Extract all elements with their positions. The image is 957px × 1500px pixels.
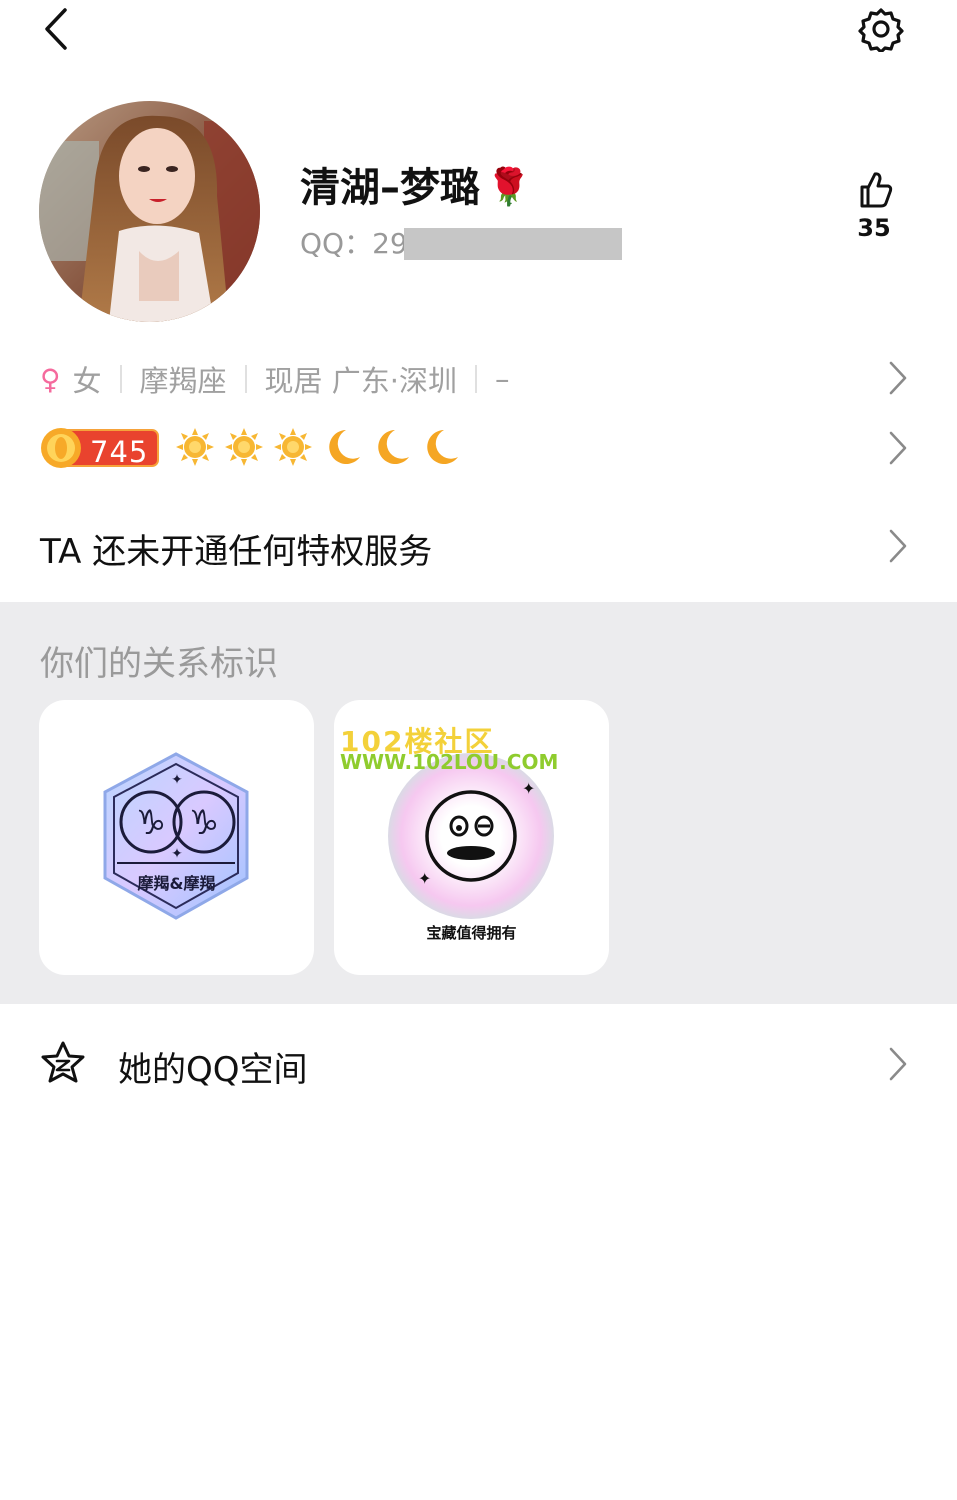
privilege-status-text: TA 还未开通任何特权服务	[40, 532, 433, 572]
divider	[119, 365, 122, 393]
svg-text:♑: ♑	[189, 803, 219, 843]
extra-label: –	[494, 362, 510, 396]
chevron-right-icon	[889, 529, 907, 563]
qzone-label: 她的QQ空间	[118, 1050, 308, 1090]
qzone-row[interactable]: 她的QQ空间	[0, 1030, 957, 1100]
location-label: 现居 广东·深圳	[264, 364, 457, 398]
moon-icon	[329, 430, 360, 464]
chevron-right-icon	[889, 361, 907, 395]
back-button[interactable]	[38, 6, 78, 52]
like-button[interactable]: 35	[848, 170, 900, 260]
qq-level-row[interactable]: 745	[0, 420, 957, 476]
profile-info-row[interactable]: ♀ 女 摩羯座 现居 广东·深圳 –	[0, 352, 957, 402]
chevron-right-icon	[889, 431, 907, 465]
nickname-text: 清湖–梦璐	[300, 165, 480, 211]
level-value: 745	[90, 435, 149, 469]
avatar[interactable]	[39, 101, 260, 322]
thumbs-up-icon	[860, 172, 893, 208]
relationship-badge-card[interactable]: ✦ ✦ 宝藏值得拥有 102楼社区 WWW.102LOU.COM	[334, 700, 609, 975]
section-title: 你们的关系标识	[40, 644, 278, 684]
moon-icon	[378, 430, 409, 464]
avatar-photo	[39, 101, 260, 322]
relationship-badge-card[interactable]: ♑ ♑ ✦ ✦ 摩羯&摩羯	[39, 700, 314, 975]
svg-text:✦: ✦	[522, 779, 535, 798]
svg-text:✦: ✦	[171, 846, 183, 862]
female-icon: ♀	[40, 362, 61, 396]
sun-icon	[225, 428, 263, 466]
qq-number-redaction	[403, 228, 622, 260]
chevron-right-icon	[889, 1047, 907, 1081]
zodiac-label: 摩羯座	[139, 364, 227, 398]
moon-icon	[427, 430, 458, 464]
svg-text:♑: ♑	[136, 803, 166, 843]
level-icons	[175, 427, 460, 467]
chevron-left-icon	[45, 8, 67, 50]
badge-label: 摩羯&摩羯	[137, 874, 216, 893]
like-count: 35	[857, 214, 891, 242]
svg-text:✦: ✦	[418, 869, 431, 888]
nickname: 清湖–梦璐 🌹	[300, 160, 531, 216]
capricorn-pair-badge: ♑ ♑ ✦ ✦	[103, 752, 249, 920]
level-badge: 745	[40, 427, 160, 469]
top-bar	[0, 0, 957, 60]
qzone-star-icon	[41, 1041, 85, 1083]
divider	[244, 365, 247, 393]
watermark-url: WWW.102LOU.COM	[340, 750, 559, 774]
gear-icon	[858, 8, 904, 54]
gender-label: 女	[72, 364, 102, 398]
sun-icon	[176, 428, 214, 466]
relationship-section: 你们的关系标识 ♑ ♑ ✦ ✦ 摩羯&摩羯 ✦ ✦ 宝藏值得拥有 102楼社区 …	[0, 602, 957, 1004]
svg-text:✦: ✦	[171, 772, 183, 788]
settings-button[interactable]	[858, 6, 904, 54]
sun-icon	[274, 428, 312, 466]
qq-number-prefix: QQ：29	[300, 227, 408, 260]
privilege-row[interactable]: TA 还未开通任何特权服务	[0, 518, 957, 578]
qq-number: QQ：29	[300, 226, 622, 262]
badge-label: 宝藏值得拥有	[426, 924, 517, 942]
divider	[474, 365, 477, 393]
rose-emoji: 🌹	[486, 167, 531, 208]
